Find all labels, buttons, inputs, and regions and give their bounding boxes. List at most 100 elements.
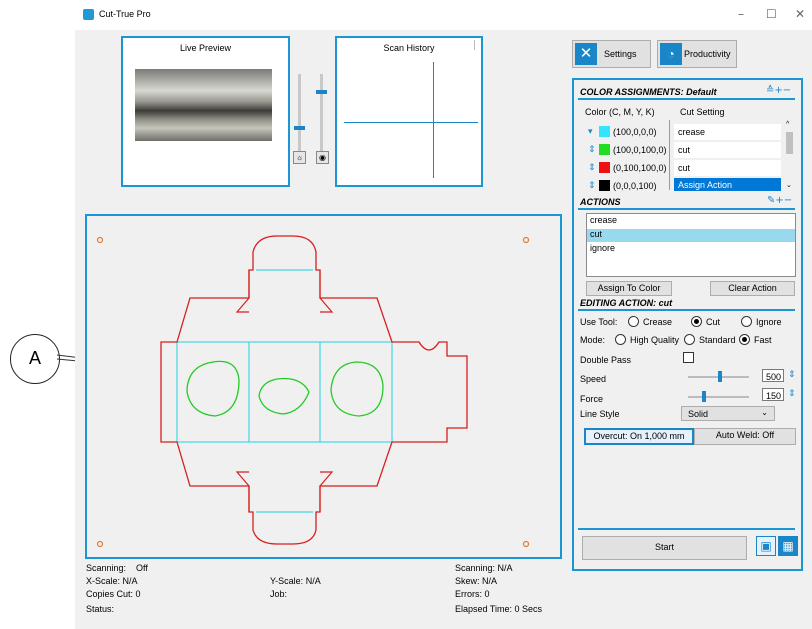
mode-label: Mode: <box>580 335 606 345</box>
brightness-slider-thumb[interactable] <box>294 126 305 130</box>
color-cmyk: (100,0,0,0) <box>613 127 657 137</box>
x-scale: X-Scale: N/A <box>86 576 138 586</box>
camera-feed <box>135 69 272 141</box>
action-item-selected[interactable]: cut <box>587 229 795 242</box>
contrast-icon[interactable]: ◉ <box>316 151 329 164</box>
actions-list: crease cut ignore <box>586 213 796 277</box>
color-assignments-bar <box>578 98 795 100</box>
copies-cut: Copies Cut: 0 <box>86 589 141 599</box>
scan-history-title: Scan History <box>383 43 435 53</box>
settings-label: Settings <box>604 49 637 59</box>
mode-standard-label: Standard <box>699 335 736 345</box>
scanning-left-value: Off <box>136 563 148 573</box>
force-slider[interactable] <box>688 396 749 398</box>
productivity-button[interactable]: ◔ Productivity <box>657 40 737 68</box>
app-window: Cut-True Pro – ☐ ✕ Live Preview ☼ ◉ Scan… <box>75 0 812 629</box>
maximize-icon[interactable]: ☐ <box>766 7 777 21</box>
mode-fast-radio[interactable] <box>739 334 750 345</box>
tool-cut-radio[interactable] <box>691 316 702 327</box>
color-row[interactable]: ⇕ (100,0,100,0) cut <box>578 142 783 158</box>
settings-panel: COLOR ASSIGNMENTS: Default ≙+− Color (C,… <box>572 78 803 571</box>
tool-crease-label: Crease <box>643 317 673 327</box>
settings-button[interactable]: ✕ Settings <box>572 40 651 68</box>
mode-standard-radio[interactable] <box>684 334 695 345</box>
clear-action-button[interactable]: Clear Action <box>710 281 795 296</box>
speed-slider-thumb[interactable] <box>718 371 722 382</box>
brightness-slider[interactable] <box>298 74 301 160</box>
cut-setting[interactable]: cut <box>674 160 781 176</box>
title-bar: Cut-True Pro – ☐ ✕ <box>75 0 812 30</box>
color-swatch <box>599 126 610 137</box>
row-move-icon[interactable]: ⇕ <box>588 181 596 191</box>
row-move-icon[interactable]: ⇕ <box>588 163 596 173</box>
action-item[interactable]: ignore <box>587 243 795 256</box>
crosshair-vertical <box>433 62 434 178</box>
scroll-up-icon[interactable]: ^ <box>786 121 789 128</box>
cut-setting[interactable]: cut <box>674 142 781 158</box>
window-cutout-center <box>258 377 310 415</box>
actions-header: ACTIONS <box>580 197 621 207</box>
speed-input[interactable]: 500 <box>762 369 784 382</box>
job-label: Job: <box>270 589 288 599</box>
line-style-select[interactable]: Solid ⌄ <box>681 406 775 421</box>
color-row[interactable]: ⇕ (0,100,100,0) cut <box>578 160 783 176</box>
force-stepper-icon[interactable]: ⇕ <box>788 389 796 399</box>
scanning-right: Scanning: N/A <box>455 563 513 573</box>
errors: Errors: 0 <box>455 589 490 599</box>
color-row[interactable]: ⇕ (0,0,0,100) Assign Action <box>578 178 783 194</box>
app-icon <box>83 9 94 20</box>
mode-fast-label: Fast <box>754 335 772 345</box>
productivity-icon: ◔ <box>660 43 682 65</box>
productivity-label: Productivity <box>684 49 731 59</box>
double-pass-checkbox[interactable] <box>683 352 694 363</box>
qr-code-icon[interactable]: ▦ <box>778 536 798 556</box>
live-preview-title: Live Preview <box>179 43 232 53</box>
col-cut-header: Cut Setting <box>680 107 725 117</box>
force-slider-thumb[interactable] <box>702 391 706 402</box>
cut-setting-dropdown[interactable]: Assign Action <box>674 178 781 191</box>
overcut-button[interactable]: Overcut: On 1,000 mm <box>584 428 694 445</box>
status-label: Status: <box>86 604 115 614</box>
editing-action-header: EDITING ACTION: cut <box>580 298 673 308</box>
scroll-thumb[interactable] <box>786 132 793 154</box>
actions-controls[interactable]: ✎+− <box>767 195 792 206</box>
force-input[interactable]: 150 <box>762 388 784 401</box>
close-icon[interactable]: ✕ <box>795 7 805 21</box>
row-move-icon[interactable]: ▾ <box>588 127 593 137</box>
color-swatch <box>599 144 610 155</box>
double-pass-label: Double Pass <box>580 355 632 365</box>
auto-weld-button[interactable]: Auto Weld: Off <box>694 428 796 445</box>
color-assignments-controls[interactable]: ≙+− <box>766 85 791 96</box>
color-row[interactable]: ▾ (100,0,0,0) crease <box>578 124 783 140</box>
fold-lines-body <box>176 341 393 443</box>
row-move-icon[interactable]: ⇕ <box>588 145 596 155</box>
force-label: Force <box>580 394 604 404</box>
brightness-icon[interactable]: ☼ <box>293 151 306 164</box>
line-style-value: Solid <box>688 409 709 419</box>
contrast-slider-thumb[interactable] <box>316 90 327 94</box>
mode-high-quality-radio[interactable] <box>615 334 626 345</box>
assign-to-color-button[interactable]: Assign To Color <box>586 281 672 296</box>
tool-crease-radio[interactable] <box>628 316 639 327</box>
action-item[interactable]: crease <box>587 215 795 228</box>
color-table-scrollbar[interactable]: ^ ⌄ <box>783 120 795 194</box>
minimize-icon[interactable]: – <box>738 7 744 21</box>
contrast-slider[interactable] <box>320 74 323 160</box>
color-cmyk: (0,0,0,100) <box>613 181 657 191</box>
cut-canvas <box>85 214 562 559</box>
color-assignments-header: COLOR ASSIGNMENTS: Default <box>580 87 717 97</box>
annotation-callout: A <box>10 334 60 384</box>
save-icon[interactable]: ▣ <box>756 536 776 556</box>
color-swatch <box>599 162 610 173</box>
cut-setting[interactable]: crease <box>674 124 781 140</box>
settings-icon: ✕ <box>575 43 597 65</box>
annotation-label: A <box>28 348 41 368</box>
scroll-down-icon[interactable]: ⌄ <box>786 181 792 189</box>
use-tool-label: Use Tool: <box>580 317 618 327</box>
crosshair-horizontal <box>344 122 478 123</box>
start-button[interactable]: Start <box>582 536 747 560</box>
tool-ignore-radio[interactable] <box>741 316 752 327</box>
line-style-label: Line Style <box>580 409 620 419</box>
mode-high-quality-label: High Quality <box>630 335 680 345</box>
speed-stepper-icon[interactable]: ⇕ <box>788 370 796 380</box>
